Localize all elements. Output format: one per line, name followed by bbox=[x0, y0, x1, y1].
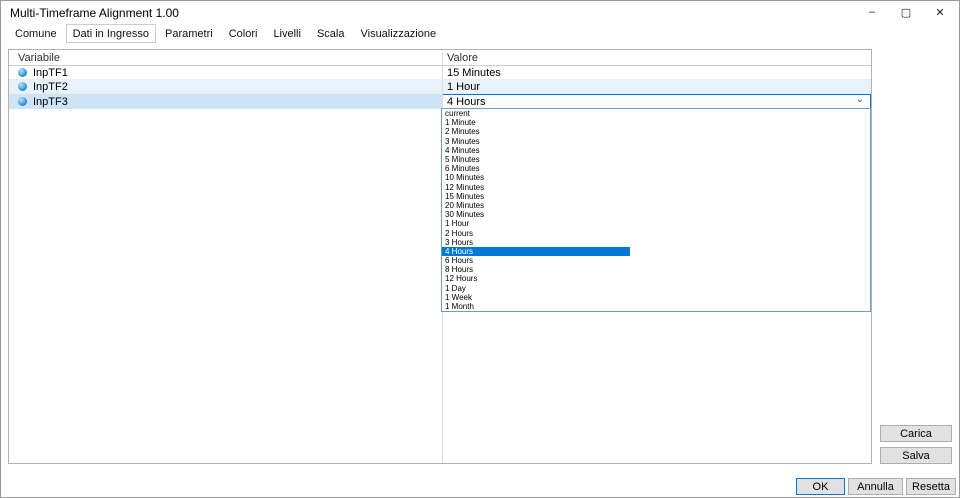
dropdown-option[interactable]: 12 Minutes bbox=[442, 183, 870, 192]
column-header-variable: Variabile bbox=[18, 51, 60, 64]
variable-name: InpTF3 bbox=[33, 95, 68, 108]
table-row[interactable]: InpTF3 4 Hours ⌄ bbox=[9, 94, 871, 109]
tab-bar: Comune Dati in Ingresso Parametri Colori Liv… bbox=[8, 24, 443, 43]
dropdown-option[interactable]: 20 Minutes bbox=[442, 201, 870, 210]
dropdown-option[interactable]: current bbox=[442, 109, 870, 118]
dropdown-option[interactable]: 1 Month bbox=[442, 302, 870, 311]
dropdown-option[interactable]: 4 Hours bbox=[442, 246, 630, 256]
value-cell[interactable]: 1 Hour bbox=[442, 80, 871, 93]
dropdown-option[interactable]: 4 Minutes bbox=[442, 146, 870, 155]
variable-cell[interactable]: InpTF3 bbox=[9, 94, 442, 109]
input-variable-icon bbox=[18, 97, 27, 106]
variable-cell[interactable]: InpTF2 bbox=[9, 80, 442, 93]
dropdown-list: current 1 Minute 2 Minutes 3 Minutes 4 Minut… bbox=[441, 108, 871, 312]
column-header-value: Valore bbox=[447, 51, 478, 64]
variable-name: InpTF1 bbox=[33, 66, 68, 79]
save-button[interactable]: Salva bbox=[880, 447, 952, 464]
tab-scala[interactable]: Scala bbox=[310, 24, 352, 43]
tab-comune[interactable]: Comune bbox=[8, 24, 64, 43]
maximize-button[interactable]: ▢ bbox=[889, 1, 923, 23]
value-text: 1 Hour bbox=[447, 80, 481, 93]
value-text: 15 Minutes bbox=[447, 66, 501, 79]
tab-colori[interactable]: Colori bbox=[222, 24, 265, 43]
table-row[interactable]: InpTF2 1 Hour bbox=[9, 80, 871, 94]
dropdown-option[interactable]: 3 Hours bbox=[442, 238, 870, 247]
variable-cell[interactable]: InpTF1 bbox=[9, 66, 442, 79]
value-cell[interactable]: 15 Minutes bbox=[442, 66, 871, 79]
table-header: Variabile Valore bbox=[9, 50, 871, 66]
value-combobox[interactable]: 4 Hours ⌄ bbox=[442, 94, 871, 109]
dropdown-option[interactable]: 30 Minutes bbox=[442, 210, 870, 219]
tab-visualizzazione[interactable]: Visualizzazione bbox=[353, 24, 443, 43]
variable-name: InpTF2 bbox=[33, 80, 68, 93]
reset-button[interactable]: Resetta bbox=[906, 478, 956, 495]
dropdown-option[interactable]: 8 Hours bbox=[442, 265, 870, 274]
dropdown-option[interactable]: 5 Minutes bbox=[442, 155, 870, 164]
tab-livelli[interactable]: Livelli bbox=[266, 24, 308, 43]
dropdown-option[interactable]: 1 Hour bbox=[442, 219, 870, 228]
cancel-button[interactable]: Annulla bbox=[848, 478, 903, 495]
window-title: Multi-Timeframe Alignment 1.00 bbox=[10, 6, 179, 20]
dropdown-option[interactable]: 6 Minutes bbox=[442, 164, 870, 173]
tab-parametri[interactable]: Parametri bbox=[158, 24, 220, 43]
dialog-window: Multi-Timeframe Alignment 1.00 – ▢ ✕ Com… bbox=[0, 0, 960, 498]
dropdown-option[interactable]: 6 Hours bbox=[442, 256, 870, 265]
combobox-value: 4 Hours bbox=[447, 95, 486, 108]
close-button[interactable]: ✕ bbox=[923, 1, 957, 23]
value-cell[interactable]: 4 Hours ⌄ bbox=[442, 94, 871, 109]
dropdown-option[interactable]: 15 Minutes bbox=[442, 192, 870, 201]
dropdown-option[interactable]: 2 Minutes bbox=[442, 127, 870, 136]
dropdown-option[interactable]: 10 Minutes bbox=[442, 173, 870, 182]
table-row[interactable]: InpTF1 15 Minutes bbox=[9, 66, 871, 80]
dropdown-option[interactable]: 1 Day bbox=[442, 284, 870, 293]
dropdown-option[interactable]: 1 Minute bbox=[442, 118, 870, 127]
dropdown-option[interactable]: 3 Minutes bbox=[442, 137, 870, 146]
table-body: InpTF1 15 Minutes InpTF2 1 Hour InpTF3 4 Hour… bbox=[9, 66, 871, 109]
dropdown-option[interactable]: 2 Hours bbox=[442, 228, 870, 238]
input-variable-icon bbox=[18, 82, 27, 91]
chevron-down-icon[interactable]: ⌄ bbox=[856, 94, 870, 105]
dropdown-option[interactable]: 12 Hours bbox=[442, 274, 870, 283]
minimize-button[interactable]: – bbox=[855, 1, 889, 23]
dropdown-option[interactable]: 1 Week bbox=[442, 293, 870, 302]
load-button[interactable]: Carica bbox=[880, 425, 952, 442]
tab-dati-in-ingresso[interactable]: Dati in Ingresso bbox=[65, 24, 157, 43]
window-controls: – ▢ ✕ bbox=[855, 1, 957, 23]
titlebar: Multi-Timeframe Alignment 1.00 – ▢ ✕ bbox=[1, 1, 959, 23]
input-variable-icon bbox=[18, 68, 27, 77]
ok-button[interactable]: OK bbox=[796, 478, 845, 495]
